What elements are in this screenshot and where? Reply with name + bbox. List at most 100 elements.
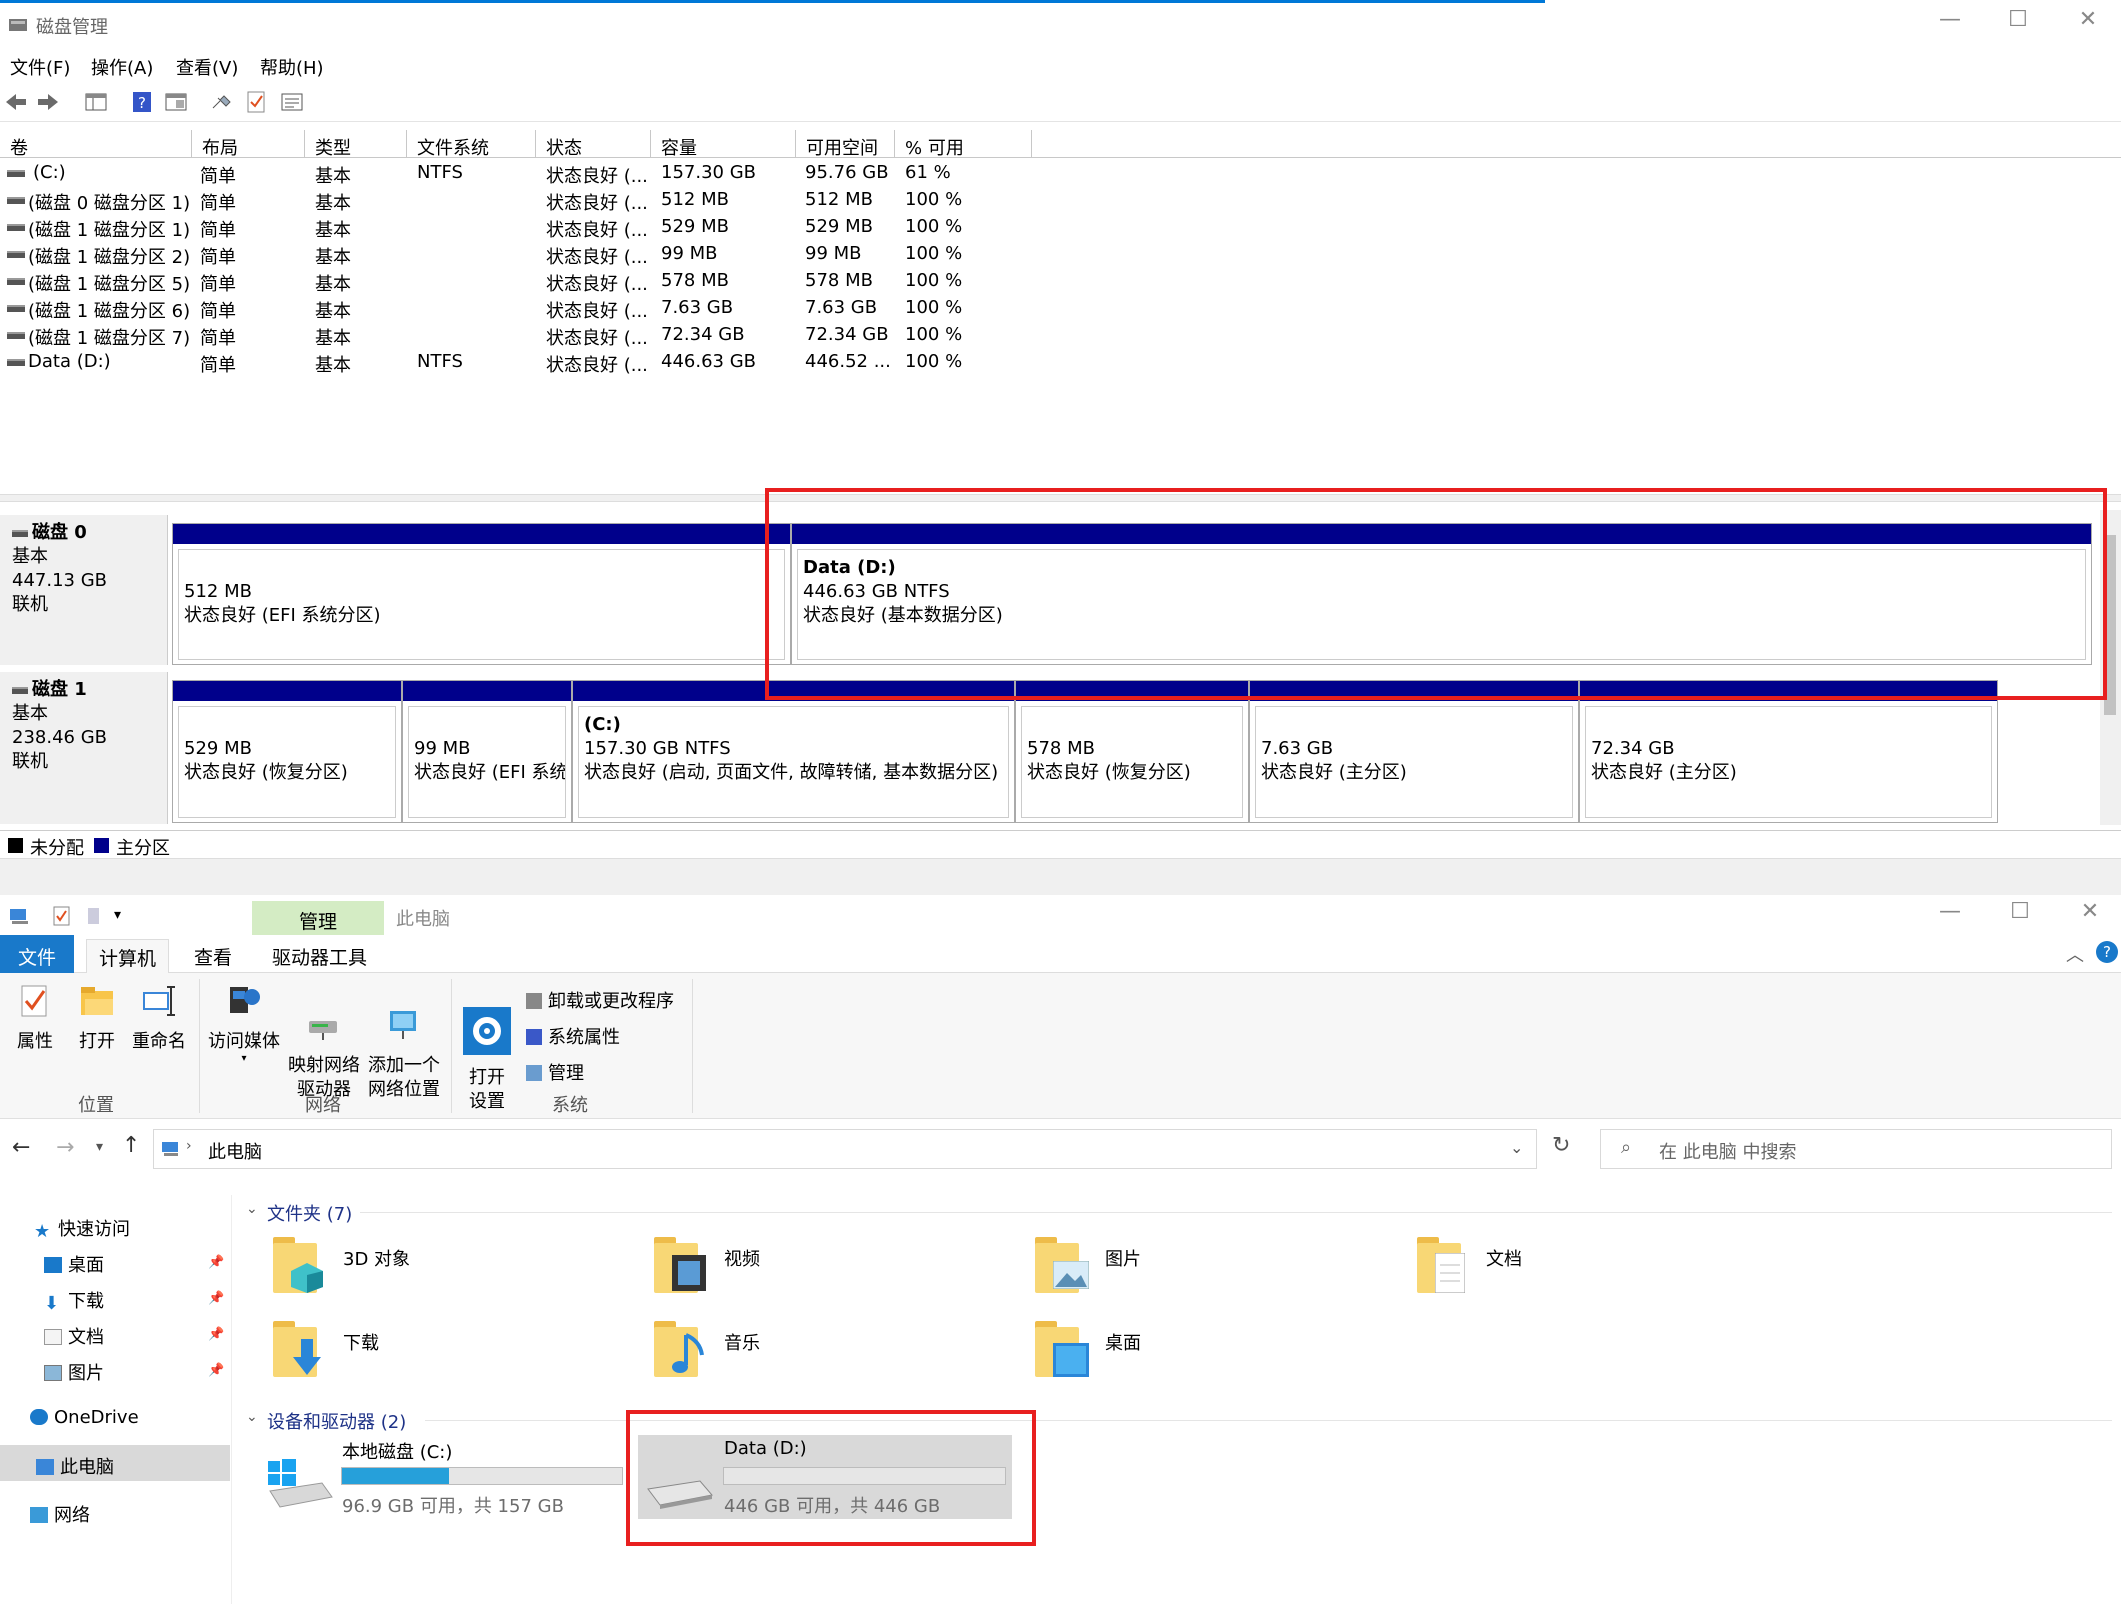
tab-drive-tools[interactable]: 驱动器工具 (260, 939, 379, 974)
check-icon[interactable] (245, 90, 269, 114)
properties-pane-icon[interactable] (164, 90, 188, 114)
add-network-location-button[interactable]: 添加一个 网络位置 (364, 983, 444, 1126)
collapse-chevron-icon[interactable]: ⌄ (246, 1201, 258, 1217)
back-arrow-icon[interactable] (4, 90, 28, 114)
close-button[interactable]: ✕ (2058, 7, 2118, 32)
disk-name: 磁盘 0 (32, 522, 87, 543)
folder-documents[interactable]: 文档 (1486, 1245, 1522, 1271)
connect-icon[interactable] (210, 90, 234, 114)
menu-help[interactable]: 帮助(H) (260, 54, 324, 80)
nav-documents[interactable]: 文档 (44, 1323, 104, 1349)
pin-icon[interactable]: 📌 (208, 1327, 224, 1342)
pin-icon[interactable]: 📌 (208, 1363, 224, 1378)
cell-capacity: 578 MB (661, 270, 729, 291)
partition-name (184, 556, 784, 580)
explorer-minimize-button[interactable]: — (1920, 899, 1980, 924)
folder-3d-objects[interactable]: 3D 对象 (343, 1245, 410, 1271)
col-percent-free[interactable]: % 可用 (895, 130, 1032, 159)
address-input[interactable]: › 此电脑 ⌄ (153, 1129, 1537, 1169)
breadcrumb-chevron-icon[interactable]: › (186, 1138, 192, 1154)
show-console-tree-icon[interactable] (84, 90, 108, 114)
access-media-button[interactable]: 访问媒体 ▾ (206, 983, 282, 1064)
folder-videos[interactable]: 视频 (724, 1245, 760, 1271)
nav-network[interactable]: 网络 (30, 1501, 90, 1527)
tab-view[interactable]: 查看 (182, 939, 244, 974)
col-status[interactable]: 状态 (536, 130, 651, 159)
disk-0-label[interactable]: 磁盘 0 基本 447.13 GB 联机 (0, 515, 168, 665)
tab-file[interactable]: 文件 (0, 935, 74, 973)
folder-pictures-icon[interactable] (1035, 1233, 1089, 1293)
col-volume[interactable]: 卷 (0, 130, 192, 159)
forward-arrow-icon[interactable] (36, 90, 60, 114)
tab-computer[interactable]: 计算机 (86, 939, 170, 973)
folder-video-icon[interactable] (654, 1233, 708, 1293)
partition-efi-1[interactable]: 99 MB 状态良好 (EFI 系统 (402, 680, 572, 823)
uninstall-program-button[interactable]: 卸载或更改程序 (526, 987, 674, 1013)
explorer-close-button[interactable]: ✕ (2060, 899, 2120, 924)
properties-button[interactable]: 属性 (10, 983, 60, 1054)
partition-primary-6[interactable]: 7.63 GB 状态良好 (主分区) (1249, 680, 1579, 823)
folder-downloads[interactable]: 下载 (343, 1329, 379, 1355)
manage-context-tab[interactable]: 管理 (252, 901, 384, 935)
picture-icon (44, 1365, 62, 1381)
open-button[interactable]: 打开 (72, 983, 122, 1054)
folder-documents-icon[interactable] (1417, 1233, 1471, 1293)
qat-dropdown-icon[interactable]: ▾ (114, 907, 121, 923)
help-icon[interactable]: ? (2096, 941, 2118, 963)
maximize-button[interactable]: ☐ (1988, 7, 2048, 32)
partition-recovery-1[interactable]: 529 MB 状态良好 (恢复分区) (172, 680, 402, 823)
collapse-chevron-icon[interactable]: ⌄ (246, 1409, 258, 1425)
col-capacity[interactable]: 容量 (651, 130, 796, 159)
up-button[interactable]: ↑ (122, 1133, 140, 1158)
folder-desktop-icon[interactable] (1035, 1317, 1089, 1377)
folder-music-icon[interactable] (654, 1317, 708, 1377)
nav-downloads[interactable]: ⬇ 下载 (44, 1287, 104, 1314)
address-dropdown-icon[interactable]: ⌄ (1510, 1138, 1523, 1157)
minimize-button[interactable]: — (1920, 7, 1980, 32)
pin-icon[interactable]: 📌 (208, 1291, 224, 1306)
folder-desktop[interactable]: 桌面 (1105, 1329, 1141, 1355)
nav-quick-access[interactable]: ★ 快速访问 (34, 1215, 130, 1242)
drives-section-header[interactable]: 设备和驱动器 (2) (267, 1408, 406, 1434)
col-filesystem[interactable]: 文件系统 (407, 130, 536, 159)
new-folder-icon[interactable] (86, 905, 102, 927)
collapse-ribbon-icon[interactable]: ︿ (2066, 941, 2084, 967)
nav-pictures[interactable]: 图片 (44, 1359, 104, 1385)
nav-onedrive[interactable]: OneDrive (30, 1407, 139, 1428)
nav-desktop[interactable]: 桌面 (44, 1251, 104, 1277)
list-icon[interactable] (280, 90, 304, 114)
refresh-button[interactable]: ↻ (1552, 1133, 1570, 1158)
folder-downloads-icon[interactable] (273, 1317, 327, 1377)
partition-c[interactable]: (C:) 157.30 GB NTFS 状态良好 (启动, 页面文件, 故障转储, … (572, 680, 1015, 823)
forward-button[interactable]: → (56, 1135, 74, 1160)
col-layout[interactable]: 布局 (192, 130, 305, 159)
col-type[interactable]: 类型 (305, 130, 407, 159)
disk-1-label[interactable]: 磁盘 1 基本 238.46 GB 联机 (0, 672, 168, 824)
pin-icon[interactable]: 📌 (208, 1255, 224, 1270)
properties-check-icon[interactable] (52, 905, 72, 927)
help-icon[interactable]: ? (130, 90, 154, 114)
partition-recovery-5[interactable]: 578 MB 状态良好 (恢复分区) (1015, 680, 1249, 823)
breadcrumb[interactable]: 此电脑 (208, 1138, 262, 1164)
folder-pictures[interactable]: 图片 (1105, 1245, 1141, 1271)
folder-3d-icon[interactable] (273, 1233, 327, 1293)
rename-button[interactable]: 重命名 (128, 983, 190, 1054)
nav-this-pc[interactable]: 此电脑 (36, 1453, 114, 1479)
partition-primary-7[interactable]: 72.34 GB 状态良好 (主分区) (1579, 680, 1998, 823)
folders-section-header[interactable]: 文件夹 (7) (267, 1200, 352, 1226)
folder-music[interactable]: 音乐 (724, 1329, 760, 1355)
search-box[interactable]: ⌕ 在 此电脑 中搜索 (1600, 1129, 2112, 1169)
col-free-space[interactable]: 可用空间 (796, 130, 895, 159)
menu-view[interactable]: 查看(V) (176, 54, 238, 80)
explorer-maximize-button[interactable]: ☐ (1990, 899, 2050, 924)
recent-locations-icon[interactable]: ▾ (96, 1139, 103, 1155)
menu-file[interactable]: 文件(F) (10, 54, 70, 80)
nav-desktop-label: 桌面 (68, 1255, 104, 1276)
menu-action[interactable]: 操作(A) (91, 54, 153, 80)
partition-info: 72.34 GB 状态良好 (主分区) (1585, 706, 1992, 818)
open-settings-button[interactable]: 打开 设置 (458, 983, 516, 1138)
partition-efi[interactable]: 512 MB 状态良好 (EFI 系统分区) (172, 523, 791, 665)
manage-button[interactable]: 管理 (526, 1059, 584, 1085)
system-properties-button[interactable]: 系统属性 (526, 1023, 620, 1049)
back-button[interactable]: ← (12, 1135, 30, 1160)
